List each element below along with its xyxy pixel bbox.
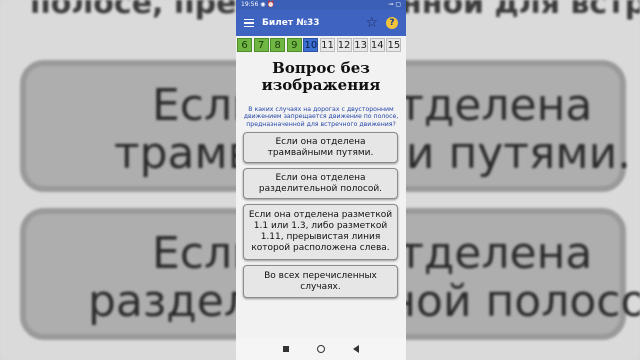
ticket-title: Билет №33 [262, 18, 320, 28]
tab-question-6[interactable]: 6 [237, 38, 252, 52]
tab-question-15[interactable]: 15 [386, 38, 402, 52]
tab-question-10[interactable]: 10 [303, 38, 319, 52]
answer-option-4[interactable]: Во всех перечисленных случаях. [243, 265, 398, 299]
status-icons: ◉ ⏰ [260, 1, 275, 8]
status-bar: 19:56 ◉ ⏰ ⊸ ▢ [236, 0, 406, 10]
hamburger-menu-icon[interactable] [244, 19, 254, 27]
tab-question-13[interactable]: 13 [353, 38, 369, 52]
status-right-icons: ⊸ ▢ [388, 1, 401, 8]
tab-question-12[interactable]: 12 [336, 38, 352, 52]
question-text: В каких случаях на дорогах с двусторонни… [243, 106, 399, 128]
tab-question-14[interactable]: 14 [369, 38, 385, 52]
tab-question-7[interactable]: 7 [253, 38, 269, 52]
answer-option-1[interactable]: Если она отделена трамвайными путями. [243, 132, 398, 164]
help-icon[interactable]: ? [386, 17, 398, 29]
answer-option-2[interactable]: Если она отделена разделительной полосой… [243, 168, 398, 200]
star-outline-icon[interactable]: ☆ [365, 15, 378, 31]
tab-question-8[interactable]: 8 [270, 38, 286, 52]
back-icon[interactable] [353, 345, 359, 353]
app-bar: Билет №33 ☆ ? [236, 10, 406, 36]
recents-icon[interactable] [283, 346, 289, 352]
tab-question-11[interactable]: 11 [319, 38, 335, 52]
question-heading: Вопрос без изображения [261, 59, 381, 94]
android-nav-bar [236, 338, 406, 360]
phone-screen: 19:56 ◉ ⏰ ⊸ ▢ Билет №33 ☆ ? 6 7 8 9 10 11 12 13… [236, 0, 406, 360]
home-icon[interactable] [317, 345, 325, 353]
status-time: 19:56 [241, 1, 259, 8]
tab-question-9[interactable]: 9 [286, 38, 302, 52]
answer-option-3[interactable]: Если она отделена разметкой 1.1 или 1.3,… [243, 204, 398, 261]
question-tabs: 6 7 8 9 10 11 12 13 14 15 [237, 38, 406, 54]
answer-list: Если она отделена трамвайными путями. Ес… [236, 132, 406, 299]
